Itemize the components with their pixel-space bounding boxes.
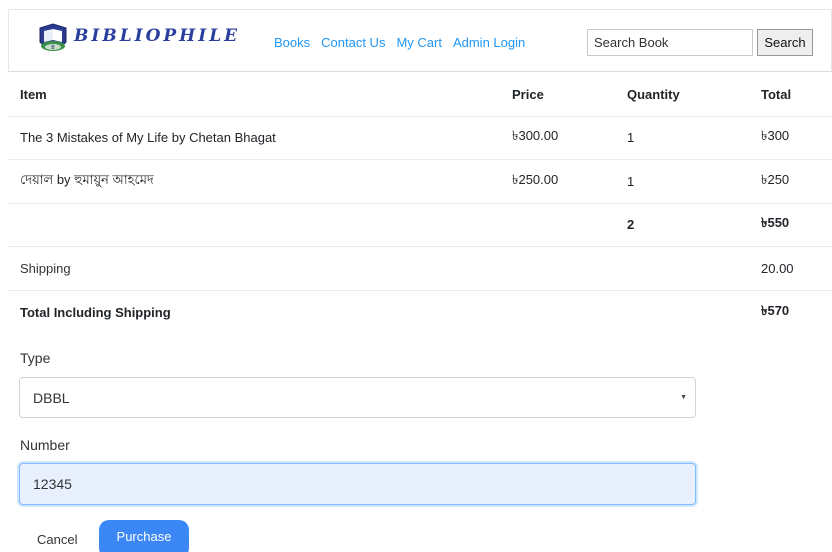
shipping-label: Shipping <box>8 246 500 290</box>
brand-name: BIBLIOPHILE <box>74 26 241 46</box>
grand-total-row: Total Including Shipping ৳570 <box>8 289 832 334</box>
cart-table: Item Price Quantity Total The 3 Mistakes… <box>8 73 832 334</box>
number-label: Number <box>20 437 70 453</box>
row-price: ৳250.00 <box>500 159 615 203</box>
payment-type-value: DBBL <box>33 389 70 406</box>
table-row: দেয়াল by হুমায়ুন আহমেদ ৳250.00 1 ৳250 <box>8 159 832 203</box>
nav-link-books[interactable]: Books <box>274 35 310 50</box>
row-quantity: 1 <box>615 115 749 160</box>
header-total: Total <box>761 86 792 102</box>
shipping-row: Shipping 20.00 <box>8 246 832 290</box>
subtotal-row: 2 ৳550 <box>8 202 832 247</box>
nav-link-my-cart[interactable]: My Cart <box>396 35 442 50</box>
nav-link-contact-us[interactable]: Contact Us <box>321 35 385 50</box>
book-logo-icon: B <box>39 23 67 51</box>
table-row: The 3 Mistakes of My Life by Chetan Bhag… <box>8 115 832 160</box>
grand-total-label: Total Including Shipping <box>8 289 500 334</box>
svg-text:B: B <box>51 45 55 51</box>
header-price: Price <box>512 86 544 102</box>
top-navbar: B BIBLIOPHILE Books Contact Us My Cart A… <box>8 9 832 72</box>
nav-link-admin-login[interactable]: Admin Login <box>453 35 525 50</box>
nav-links: Books Contact Us My Cart Admin Login <box>274 35 525 50</box>
subtotal-quantity: 2 <box>615 202 749 247</box>
brand[interactable]: B BIBLIOPHILE <box>36 22 240 56</box>
row-price: ৳300.00 <box>500 115 615 160</box>
row-total: ৳250 <box>749 159 832 203</box>
cancel-link[interactable]: Cancel <box>37 532 77 547</box>
search-button[interactable]: Search <box>757 29 813 56</box>
search-input[interactable] <box>587 29 753 56</box>
shipping-value: 20.00 <box>749 246 832 290</box>
header-item: Item <box>20 86 47 102</box>
table-header-row: Item Price Quantity Total <box>8 73 832 116</box>
row-total: ৳300 <box>749 115 832 160</box>
payment-type-select[interactable]: DBBL ▼ <box>19 377 696 418</box>
select-caret-icon: ▼ <box>680 394 687 401</box>
row-quantity: 1 <box>615 159 749 203</box>
grand-total-value: ৳570 <box>749 289 832 334</box>
row-item: দেয়াল by হুমায়ুন আহমেদ <box>8 159 500 203</box>
subtotal-total: ৳550 <box>749 202 832 247</box>
number-input[interactable] <box>19 463 696 505</box>
purchase-button[interactable]: Purchase <box>99 520 189 552</box>
type-label: Type <box>20 350 51 366</box>
header-quantity: Quantity <box>627 86 680 102</box>
row-item: The 3 Mistakes of My Life by Chetan Bhag… <box>8 115 500 160</box>
